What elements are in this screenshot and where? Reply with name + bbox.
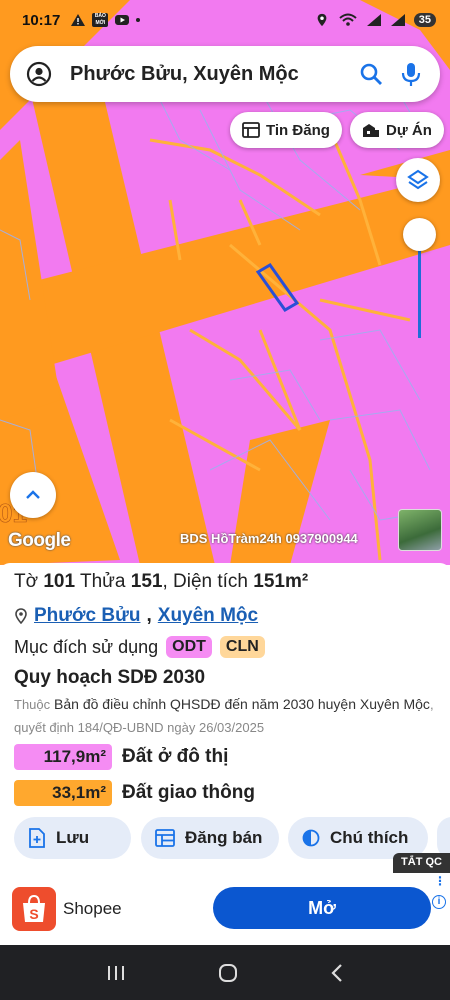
- street-photo-thumbnail[interactable]: [398, 509, 442, 551]
- search-icon[interactable]: [358, 61, 384, 87]
- shopee-logo-icon: S: [12, 887, 56, 931]
- post-for-sale-button[interactable]: Đăng bán: [141, 817, 279, 859]
- battery-indicator: 35: [413, 13, 436, 27]
- sheet-label: Tờ: [14, 571, 39, 592]
- purpose-label: Mục đích sử dụng: [14, 636, 159, 657]
- legend-button-label: Chú thích: [330, 828, 409, 847]
- chevron-up-icon: [26, 490, 40, 499]
- breakdown-label: Đất giao thông: [122, 782, 255, 803]
- youtube-icon: [115, 15, 130, 25]
- plan-desc-prefix: Thuộc: [14, 697, 51, 712]
- search-query[interactable]: Phước Bửu, Xuyên Mộc: [70, 63, 344, 86]
- listing-table-icon: [242, 122, 260, 138]
- breakdown-area: 117,9m²: [14, 744, 112, 770]
- breakdown-label: Đất ở đô thị: [122, 746, 229, 767]
- signal-icon: [366, 14, 381, 26]
- area-label: Diện tích: [173, 571, 248, 592]
- listings-chip-label: Tin Đăng: [266, 121, 330, 139]
- search-bar[interactable]: Phước Bửu, Xuyên Mộc: [10, 46, 440, 102]
- post-button-label: Đăng bán: [185, 828, 263, 847]
- dot-icon: [136, 18, 141, 22]
- opacity-slider-track[interactable]: [418, 236, 421, 338]
- ad-brand-name: Shopee: [63, 899, 122, 918]
- map-watermark: BDS HồTràm24h 0937900944: [180, 531, 358, 546]
- plan-description: Thuộc Bản đồ điều chỉnh QHSDĐ đến năm 20…: [14, 693, 436, 739]
- sheet-number: 101: [43, 571, 76, 592]
- expand-panel-button[interactable]: [10, 472, 56, 518]
- contrast-icon: [302, 829, 320, 847]
- microphone-icon[interactable]: [398, 61, 424, 87]
- plan-title: Quy hoạch SDĐ 2030: [14, 667, 206, 688]
- google-attribution: Google: [8, 530, 71, 551]
- parcel-summary: Tờ 101 Thửa 151, Diện tích 151m²: [14, 571, 309, 592]
- plan-desc-main: Bản đồ điều chỉnh QHSDĐ đến năm 2030 huy…: [54, 696, 430, 712]
- purpose-tag-cln[interactable]: CLN: [219, 636, 265, 658]
- ad-banner[interactable]: TẮT QC S Shopee Mở ⋮ i: [0, 853, 450, 943]
- lot-label: Thửa: [80, 571, 126, 592]
- save-button[interactable]: Lưu: [14, 817, 131, 859]
- parcel-location: Phước Bửu, Xuyên Mộc: [14, 601, 436, 631]
- system-nav-bar: [0, 945, 450, 1000]
- purpose-tag-odt[interactable]: ODT: [166, 636, 212, 658]
- breakdown-area: 33,1m²: [14, 780, 112, 806]
- status-bar: 10:17 BÁO MỚI 35: [0, 0, 450, 40]
- hide-ad-button[interactable]: TẮT QC: [393, 853, 450, 873]
- back-icon[interactable]: [329, 963, 345, 983]
- projects-chip[interactable]: Dự Án: [350, 112, 444, 148]
- lot-number: 151: [130, 571, 163, 592]
- location-icon: [317, 13, 327, 27]
- projects-chip-label: Dự Án: [386, 121, 432, 139]
- wifi-icon: [339, 13, 357, 26]
- layers-icon: [407, 169, 429, 190]
- listings-chip[interactable]: Tin Đăng: [230, 112, 342, 148]
- ad-open-button[interactable]: Mở: [213, 887, 431, 929]
- account-icon[interactable]: [26, 61, 52, 87]
- save-file-icon: [29, 828, 45, 848]
- baomoi-icon: BÁO MỚI: [92, 13, 109, 27]
- breakdown-row: 117,9m² Đất ở đô thị: [14, 739, 436, 775]
- area-value: 151m²: [253, 571, 309, 592]
- layers-button[interactable]: [396, 158, 440, 202]
- home-icon[interactable]: [217, 962, 239, 984]
- building-icon: [363, 124, 379, 137]
- signal-icon-2: [390, 14, 405, 26]
- ward-link[interactable]: Phước Bửu: [34, 605, 140, 627]
- svg-text:S: S: [29, 906, 38, 922]
- land-use-purpose: Mục đích sử dụng ODT CLN: [14, 631, 436, 663]
- recents-icon[interactable]: [105, 964, 127, 982]
- status-time: 10:17: [22, 11, 61, 29]
- district-link[interactable]: Xuyên Mộc: [158, 605, 258, 627]
- table-icon: [155, 829, 175, 847]
- warning-icon: [71, 14, 86, 26]
- pin-icon: [15, 608, 27, 624]
- breakdown-row: 33,1m² Đất giao thông: [14, 775, 436, 811]
- ad-menu-icon[interactable]: ⋮: [434, 875, 446, 887]
- ad-info-icon[interactable]: i: [432, 895, 446, 909]
- save-button-label: Lưu: [56, 828, 90, 847]
- opacity-slider-knob[interactable]: [403, 218, 436, 251]
